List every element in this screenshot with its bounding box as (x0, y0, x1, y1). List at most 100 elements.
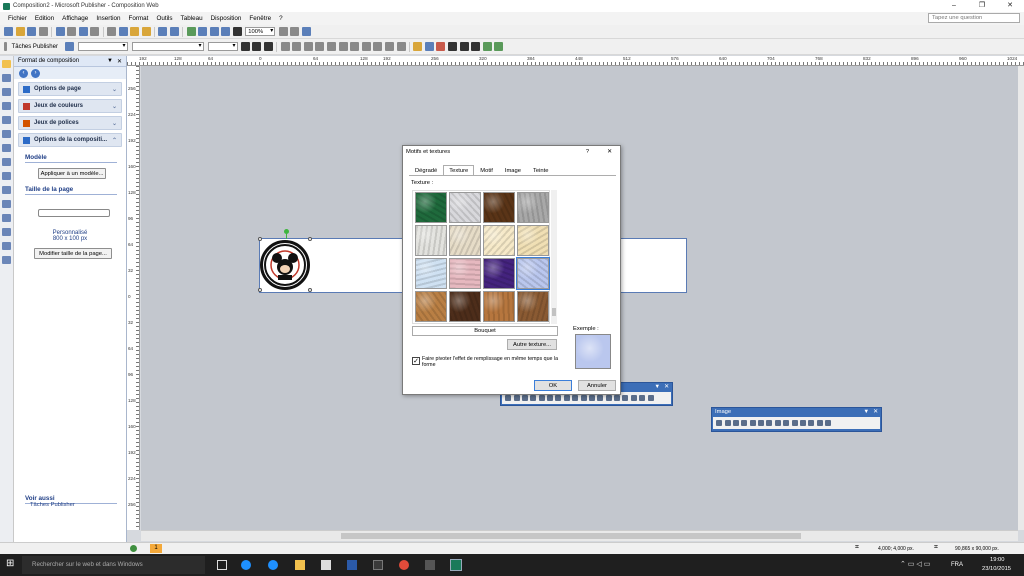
color-icon[interactable] (724, 420, 731, 426)
font-shrink-icon[interactable] (396, 42, 406, 51)
hyperlink-icon[interactable] (209, 27, 219, 36)
image-toolbar[interactable]: Image ▼ ✕ (711, 407, 882, 432)
minimize-button[interactable]: – (940, 0, 968, 12)
justify-icon[interactable] (315, 42, 325, 51)
texture-swatch[interactable] (415, 258, 447, 289)
selection-handle[interactable] (258, 288, 262, 292)
rotate-icon[interactable] (774, 420, 781, 426)
font-select[interactable] (131, 42, 204, 51)
reset-picture-icon[interactable] (825, 420, 832, 426)
texture-swatch[interactable] (517, 291, 549, 322)
rectangle-icon[interactable] (2, 186, 11, 194)
app-icon[interactable] (373, 560, 383, 570)
texture-swatch[interactable] (415, 225, 447, 256)
page-number-button[interactable]: 1 (150, 544, 162, 553)
text-wrap-icon[interactable] (799, 420, 806, 426)
crop-icon[interactable] (766, 420, 773, 426)
app-icon[interactable] (425, 560, 435, 570)
toolbar-options-icon[interactable]: ▼ (863, 408, 869, 417)
see-also-link[interactable]: Tâches Publisher (30, 502, 75, 508)
pilcrow-icon[interactable] (232, 27, 242, 36)
cut-icon[interactable] (107, 27, 117, 36)
select-pointer-icon[interactable] (2, 60, 11, 68)
clock-date[interactable]: 23/10/2015 (982, 566, 1011, 572)
oval-icon[interactable] (2, 172, 11, 180)
more-contrast-icon[interactable] (732, 420, 739, 426)
style-icon[interactable] (65, 42, 75, 51)
text-box-icon[interactable] (2, 74, 11, 82)
toolbar-tool-icon[interactable] (605, 395, 612, 401)
menu-tableau[interactable]: Tableau (181, 15, 203, 22)
pane-close-icon[interactable]: ✕ (117, 58, 122, 65)
html-fragment-icon[interactable] (2, 228, 11, 236)
undo-icon[interactable] (158, 27, 168, 36)
toolbar-tool-icon[interactable] (555, 395, 562, 401)
texture-swatch[interactable] (449, 258, 481, 289)
toolbar-options-icon[interactable]: ▼ (654, 383, 660, 392)
compress-icon[interactable] (791, 420, 798, 426)
horizontal-scrollbar[interactable] (141, 530, 1018, 541)
zoom-out-icon[interactable] (278, 27, 288, 36)
help-icon[interactable] (301, 27, 311, 36)
task-pane-toggle[interactable]: Tâches Publisher (12, 44, 58, 50)
texture-swatch[interactable] (517, 225, 549, 256)
format-picture-icon[interactable] (808, 420, 815, 426)
forward-icon[interactable]: › (31, 68, 40, 78)
underline-icon[interactable] (264, 42, 274, 51)
print-icon[interactable] (55, 27, 65, 36)
texture-swatch[interactable] (483, 225, 515, 256)
vertical-ruler[interactable]: 256 224 192 160 128 96 64 32 0 32 64 96 … (127, 66, 140, 530)
toolbar-tool-icon[interactable] (530, 395, 537, 401)
toolbar-tool-icon[interactable] (580, 395, 587, 401)
selection-handle[interactable] (308, 237, 312, 241)
section-font-schemes[interactable]: Jeux de polices ⌄ (18, 116, 122, 130)
font-size-select[interactable] (207, 42, 238, 51)
pane-dropdown-icon[interactable]: ▼ (107, 58, 113, 64)
menu-fenetre[interactable]: Fenêtre (249, 15, 271, 22)
columns-icon[interactable] (221, 27, 231, 36)
toolbar-tool-icon[interactable] (647, 395, 654, 401)
bold-icon[interactable] (240, 42, 250, 51)
clock-time[interactable]: 19:00 (990, 557, 1005, 563)
task-view-icon[interactable] (217, 560, 227, 570)
texture-swatch[interactable] (483, 291, 515, 322)
texture-swatch[interactable] (415, 291, 447, 322)
spelling-icon[interactable] (78, 27, 88, 36)
format-painter-icon[interactable] (141, 27, 151, 36)
menu-insertion[interactable]: Insertion (96, 15, 120, 22)
toolbar-tool-icon[interactable] (563, 395, 570, 401)
font-grow-icon[interactable] (384, 42, 394, 51)
mail-icon[interactable] (39, 27, 49, 36)
cancel-button[interactable]: Annuler (578, 380, 616, 391)
align-left-icon[interactable] (280, 42, 290, 51)
paste-icon[interactable] (130, 27, 140, 36)
toolbar-tool-icon[interactable] (505, 395, 512, 401)
toolbar-tool-icon[interactable] (639, 395, 646, 401)
taskbar-search[interactable]: Rechercher sur le web et dans Windows (22, 556, 205, 574)
selection-handle[interactable] (308, 288, 312, 292)
research-icon[interactable] (90, 27, 100, 36)
toolbar-tool-icon[interactable] (614, 395, 621, 401)
less-brightness-icon[interactable] (758, 420, 765, 426)
toolbar-close-icon[interactable]: ✕ (873, 408, 878, 417)
menu-fichier[interactable]: Fichier (8, 15, 27, 22)
texture-swatch[interactable] (517, 192, 549, 223)
toolbar-tool-icon[interactable] (597, 395, 604, 401)
tab-gradient[interactable]: Dégradé (409, 165, 443, 175)
ok-button[interactable]: OK (534, 380, 572, 391)
menu-format[interactable]: Format (128, 15, 148, 22)
restore-button[interactable]: ❐ (968, 0, 996, 12)
publisher-taskbar-icon[interactable] (450, 559, 462, 571)
store-icon[interactable] (321, 560, 331, 570)
menu-affichage[interactable]: Affichage (62, 15, 88, 22)
increase-indent-icon[interactable] (373, 42, 383, 51)
toolbar-tool-icon[interactable] (538, 395, 545, 401)
apply-model-button[interactable]: Appliquer à un modèle... (38, 168, 106, 179)
rotate-checkbox[interactable]: ✓ (412, 357, 420, 365)
scroll-thumb[interactable] (341, 533, 801, 539)
other-texture-button[interactable]: Autre texture... (507, 339, 557, 350)
style-select[interactable] (77, 42, 128, 51)
3d-icon[interactable] (494, 42, 504, 51)
insert-picture-icon[interactable] (716, 420, 723, 426)
toolbar-close-icon[interactable]: ✕ (664, 383, 669, 392)
